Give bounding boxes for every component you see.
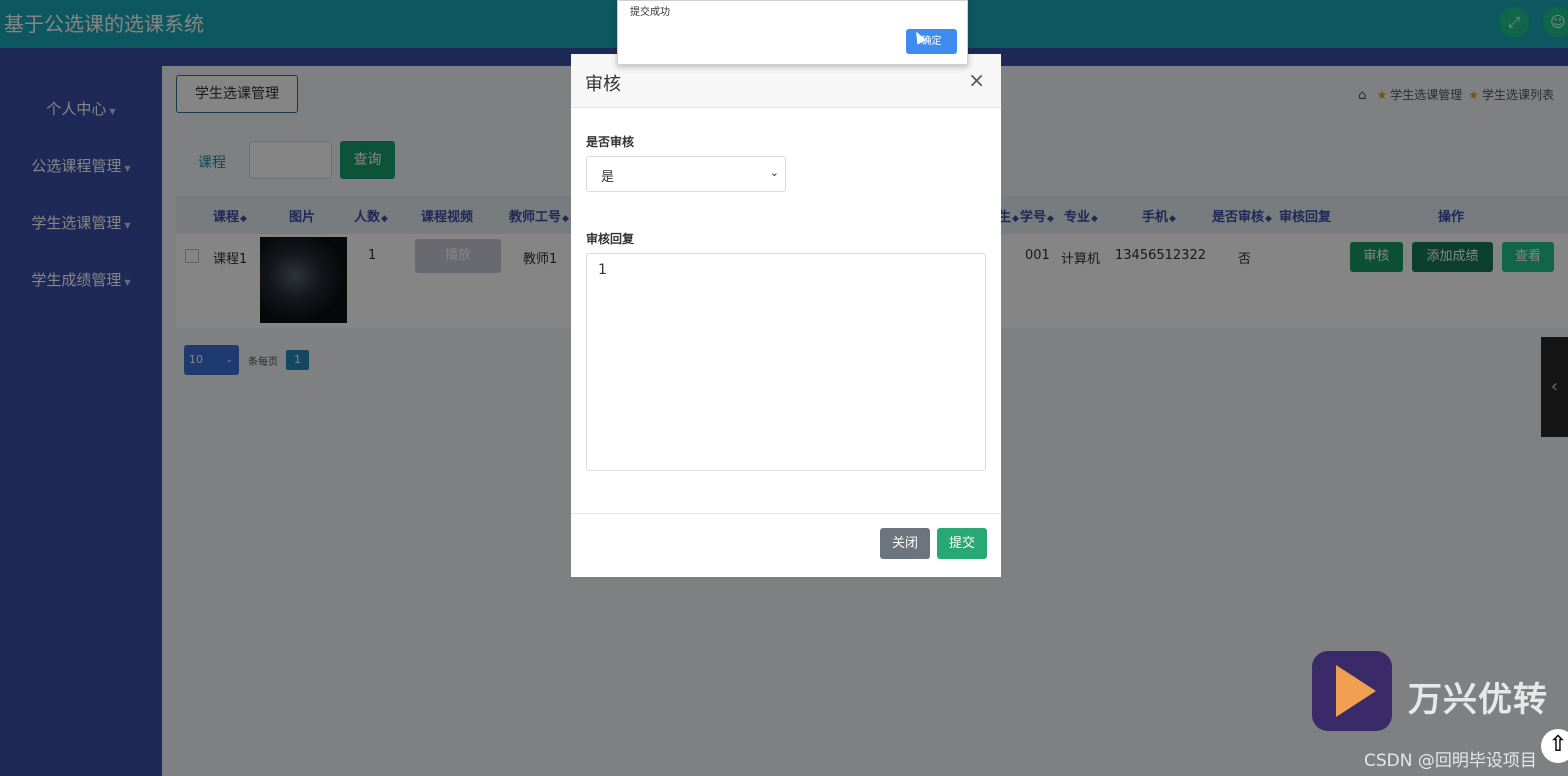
- watermark-play-icon: [1336, 665, 1376, 717]
- audit-select[interactable]: 是 ⌄: [586, 156, 786, 192]
- audit-field-label: 是否审核: [586, 135, 635, 149]
- scroll-top-icon[interactable]: ⇧: [1541, 729, 1568, 763]
- modal-footer-divider: [571, 513, 1001, 514]
- audit-modal: 审核 × 是否审核 是 ⌄ 审核回复 1 关闭 提交: [571, 54, 1001, 577]
- alert-message: 提交成功: [630, 7, 670, 18]
- audit-select-value: 是: [601, 170, 615, 185]
- reply-field-label: 审核回复: [586, 232, 635, 246]
- submit-button[interactable]: 提交: [937, 528, 987, 559]
- close-icon[interactable]: ×: [968, 68, 985, 92]
- watermark-brand: 万兴优转: [1408, 680, 1548, 720]
- close-button[interactable]: 关闭: [880, 528, 930, 559]
- reply-textarea-value: 1: [598, 262, 607, 278]
- reply-textarea[interactable]: 1: [586, 253, 986, 471]
- modal-title: 审核: [585, 74, 621, 95]
- chevron-down-icon: ⌄: [769, 166, 779, 179]
- watermark-csdn: CSDN @回明毕设项目: [1364, 751, 1537, 771]
